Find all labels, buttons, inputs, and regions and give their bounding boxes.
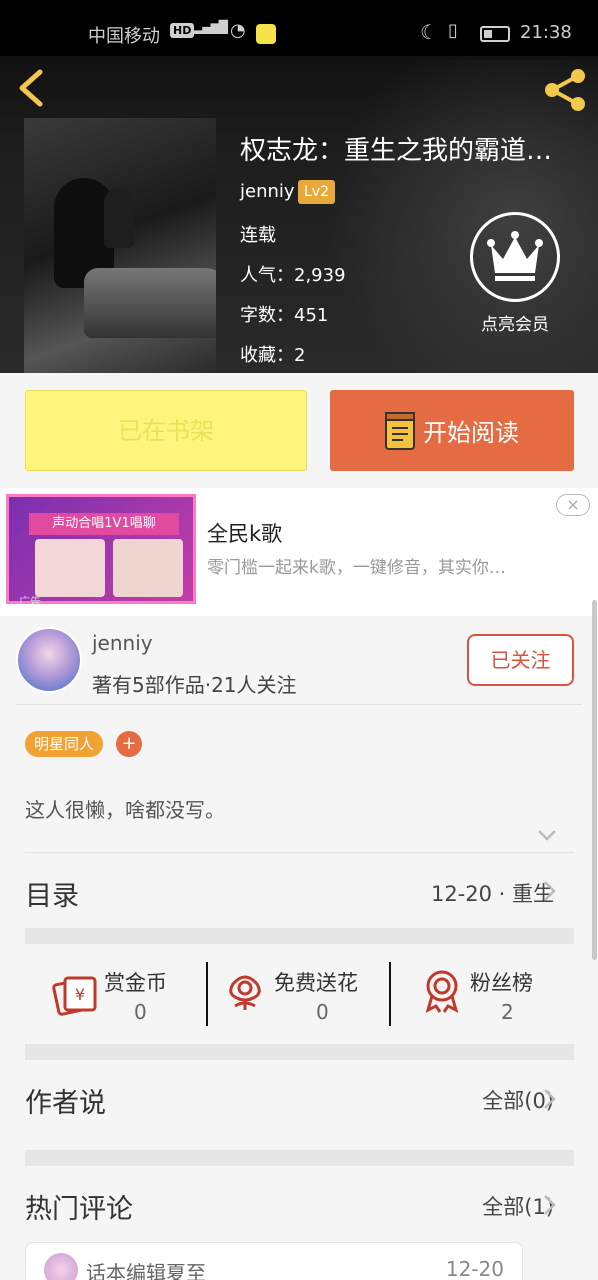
battery-icon [480,26,510,42]
ad-image-banner: 声动合唱1V1唱聊 [29,513,179,535]
ad-description[interactable]: 零门槛一起来k歌，一键修音，其实你… [207,553,557,578]
ad-banner[interactable]: 声动合唱1V1唱聊 广告 [0,488,598,616]
vibrate-icon: ▯ [448,20,458,41]
reward-coin-label[interactable]: 赏金币 [104,967,167,997]
book-popularity: 人气：2,939 [240,261,346,287]
send-flower-count: 0 [316,1000,329,1024]
book-title: 权志龙：重生之我的霸道… [240,136,553,166]
start-reading-label: 开始阅读 [423,419,519,447]
back-arrow-icon [19,69,43,107]
comment-avatar[interactable] [44,1253,78,1280]
fans-rank-count: 2 [501,1000,514,1024]
reward-coin-count: 0 [134,1000,147,1024]
cover-car [84,268,216,338]
crown-badge [470,212,560,302]
author-name[interactable]: jenniy [92,631,153,655]
comment-username[interactable]: 话本编辑夏至 [86,1257,206,1280]
section-separator [25,1044,574,1060]
author-avatar[interactable] [16,627,82,693]
follow-button[interactable]: 已关注 [467,634,574,686]
section-separator [25,928,574,944]
catalog-latest-chapter[interactable]: 12-20 · 重生 [431,878,554,908]
back-button[interactable] [14,66,54,110]
chevron-right-icon[interactable] [541,1193,557,1217]
moon-icon: ☾ [420,20,438,44]
coin-icon[interactable]: ¥ [52,972,98,1016]
ad-image[interactable]: 声动合唱1V1唱聊 广告 [6,494,196,608]
comment-date: 12-20 [445,1257,504,1280]
words-value: 451 [294,305,329,326]
vip-label: 点亮会员 [481,315,549,335]
hot-comments-label[interactable]: 热门评论 [25,1187,133,1226]
ad-photo-2 [113,539,183,597]
wifi-icon: ◔ [230,20,246,41]
hd-icon: HD [170,23,195,38]
words-label: 字数： [240,305,294,326]
app-notification-icon [256,24,276,44]
crown-icon [487,231,543,281]
favorites-value: 2 [294,345,306,366]
favorites-label: 收藏： [240,345,294,366]
book-header: 中国移动 HD ▂▄▆█ ◔ ☾ ▯ 21:38 权志龙：重生之我的霸道… je… [0,0,598,373]
on-shelf-button[interactable]: 已在书架 [25,390,307,471]
flower-icon[interactable] [225,972,265,1012]
book-status: 连载 [240,225,276,246]
book-author[interactable]: jenniy [240,181,295,202]
clock: 21:38 [520,22,572,43]
fans-rank-label[interactable]: 粉丝榜 [470,967,533,997]
signal-icon: ▂▄▆█ [194,20,228,34]
carrier-label: 中国移动 [88,26,160,47]
genre-tag[interactable]: 明星同人 [25,731,104,757]
cover-figure-2 [104,188,134,248]
popularity-label: 人气： [240,265,294,286]
book-icon [385,411,415,450]
ad-title[interactable]: 全民k歌 [207,518,282,548]
catalog-label[interactable]: 目录 [25,874,79,913]
author-info: 著有5部作品·21人关注 [92,673,297,697]
svg-text:¥: ¥ [75,985,85,1004]
author-level-badge: Lv2 [298,180,335,204]
book-intro: 这人很懒，啥都没写。 [25,798,225,822]
add-tag-button[interactable]: + [116,731,142,757]
vip-button[interactable]: 点亮会员 [468,212,562,335]
share-icon [545,69,585,111]
chevron-right-icon[interactable] [541,879,557,903]
divider [25,852,574,853]
chevron-down-icon[interactable] [536,826,558,844]
book-favorites: 收藏：2 [240,341,305,367]
ad-close-button[interactable]: × [556,494,590,516]
divider [16,704,582,705]
share-button[interactable] [542,68,590,112]
book-word-count: 字数：451 [240,301,328,327]
ad-tag: 广告 [19,595,41,608]
send-flower-label[interactable]: 免费送花 [274,967,358,997]
book-cover[interactable] [24,118,216,373]
ad-photo-1 [35,539,105,597]
chevron-right-icon[interactable] [541,1087,557,1111]
author-says-label[interactable]: 作者说 [25,1081,106,1120]
start-reading-button[interactable]: 开始阅读 [330,390,574,471]
stat-divider [389,962,391,1026]
status-bar: 中国移动 HD ▂▄▆█ ◔ ☾ ▯ 21:38 [0,0,598,56]
medal-icon[interactable] [422,968,462,1014]
section-separator [25,1150,574,1166]
popularity-value: 2,939 [294,265,346,286]
comment-item[interactable]: 话本编辑夏至 12-20 [25,1242,523,1280]
stat-divider [206,962,208,1026]
scrollbar[interactable] [592,600,597,960]
